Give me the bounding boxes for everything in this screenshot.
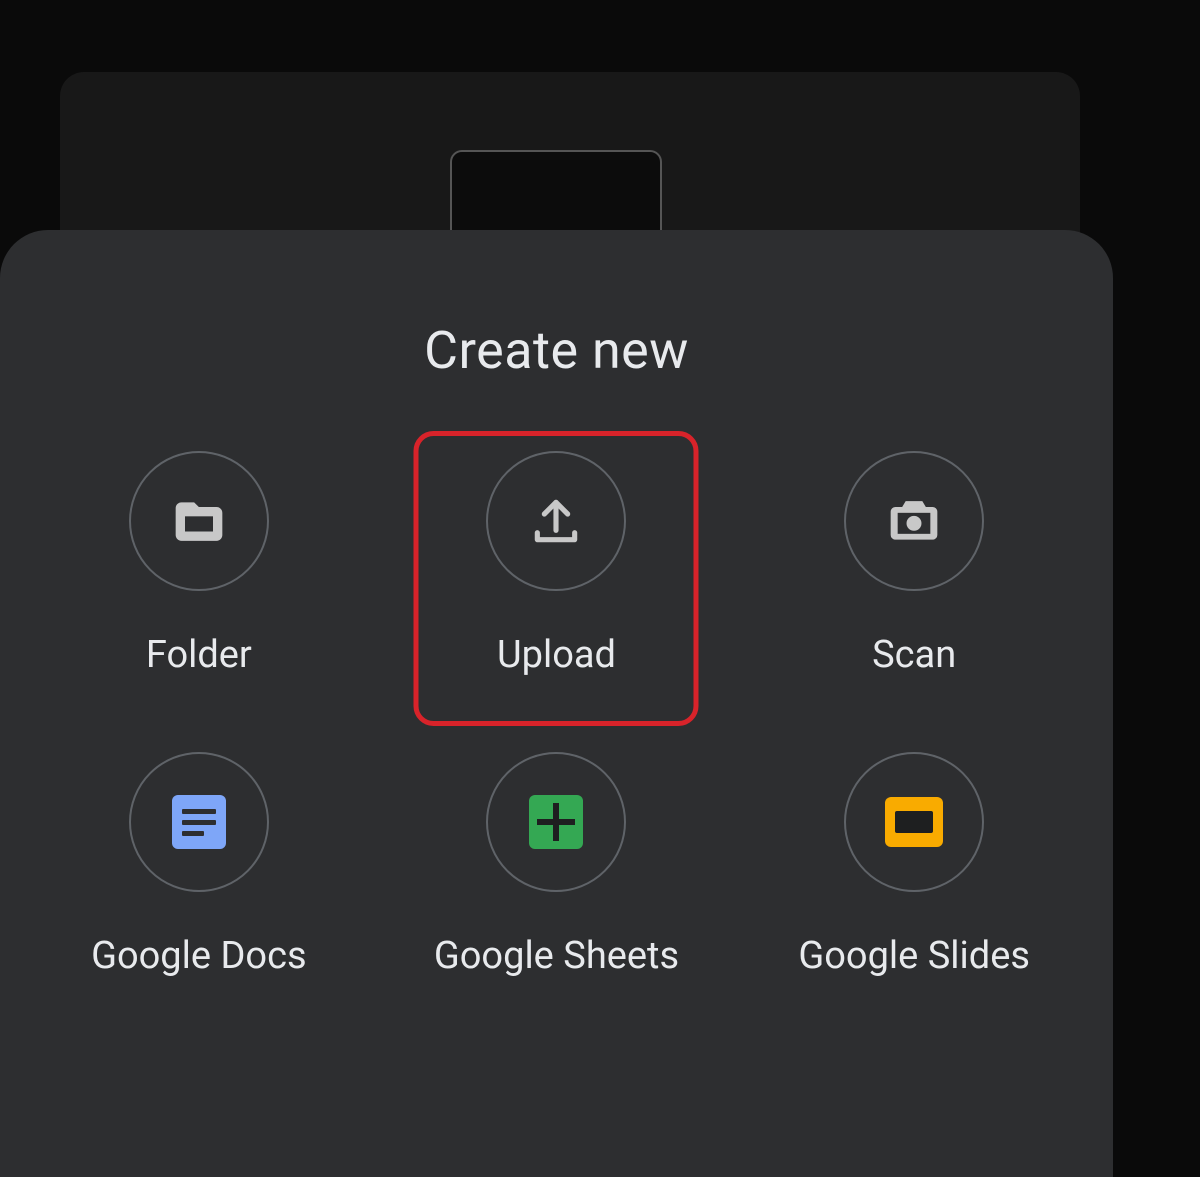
upload-icon (486, 451, 626, 591)
option-label: Folder (146, 633, 252, 677)
google-docs-icon (129, 752, 269, 892)
option-label: Google Docs (91, 934, 307, 978)
sheet-title: Create new (0, 320, 1113, 381)
camera-icon (844, 451, 984, 591)
option-folder[interactable]: Folder (20, 451, 378, 677)
option-label: Scan (872, 633, 956, 677)
option-label: Google Sheets (434, 934, 679, 978)
option-google-docs[interactable]: Google Docs (20, 752, 378, 978)
google-slides-icon (844, 752, 984, 892)
create-new-sheet: Create new Folder Up (0, 230, 1113, 1177)
folder-icon (129, 451, 269, 591)
google-sheets-icon (486, 752, 626, 892)
option-label: Google Slides (798, 934, 1030, 978)
options-grid: Folder Upload (0, 451, 1113, 978)
option-scan[interactable]: Scan (735, 451, 1093, 677)
option-label: Upload (497, 633, 616, 677)
option-google-sheets[interactable]: Google Sheets (378, 752, 736, 978)
option-upload[interactable]: Upload (378, 451, 736, 677)
option-google-slides[interactable]: Google Slides (735, 752, 1093, 978)
